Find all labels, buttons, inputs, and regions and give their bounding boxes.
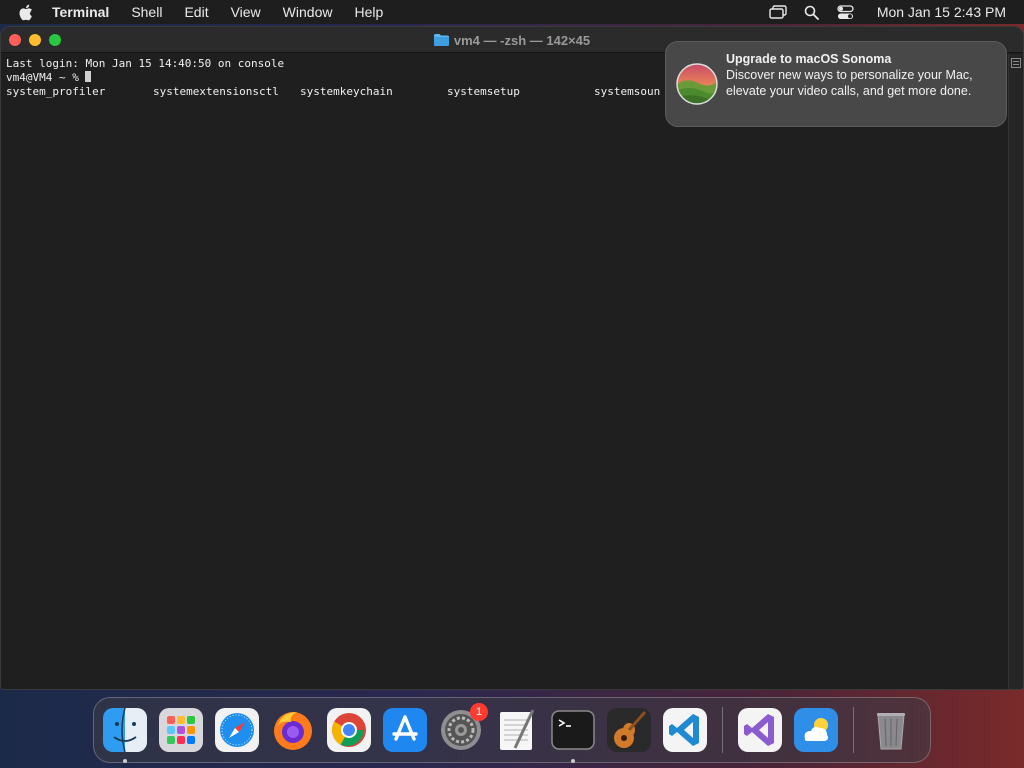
split-pane-icon[interactable]: [1011, 58, 1021, 68]
safari-icon: [215, 708, 259, 752]
menu-clock[interactable]: Mon Jan 15 2:43 PM: [877, 4, 1006, 20]
weather-icon: [794, 708, 838, 752]
dock-vscode[interactable]: [662, 707, 708, 753]
finder-icon: [103, 708, 147, 752]
menu-edit[interactable]: Edit: [173, 0, 219, 24]
notification-text: Upgrade to macOS Sonoma Discover new way…: [726, 52, 994, 99]
garageband-icon: [607, 708, 651, 752]
dock-separator: [722, 707, 723, 753]
menu-shell[interactable]: Shell: [120, 0, 173, 24]
dock-separator: [853, 707, 854, 753]
notification-banner[interactable]: Upgrade to macOS Sonoma Discover new way…: [665, 41, 1007, 127]
menu-bar: Terminal Shell Edit View Window Help Mon…: [0, 0, 1024, 24]
window-title: vm4 — -zsh — 142×45: [453, 32, 591, 48]
notification-body: Discover new ways to personalize your Ma…: [726, 68, 973, 98]
firefox-icon: [274, 712, 312, 750]
launchpad-icon: [159, 708, 203, 752]
dock-visual-studio[interactable]: [737, 707, 783, 753]
completion-item: systemextensionsctl: [153, 85, 279, 98]
completion-item: systemsetup: [447, 85, 520, 98]
completion-item: system_profiler: [6, 85, 106, 98]
notification-title: Upgrade to macOS Sonoma: [726, 52, 892, 66]
dock-garageband[interactable]: [606, 707, 652, 753]
visual-studio-icon: [738, 708, 782, 752]
notification-badge: 1: [470, 703, 488, 721]
macos-sonoma-icon: [676, 63, 718, 105]
dock-firefox[interactable]: [270, 707, 316, 753]
control-center-icon[interactable]: [837, 3, 855, 21]
dock-app-store[interactable]: [382, 707, 428, 753]
search-icon[interactable]: [803, 3, 821, 21]
app-store-icon: [383, 708, 427, 752]
trash-icon: [877, 713, 905, 750]
folder-icon: [433, 34, 449, 46]
dock-weather[interactable]: [793, 707, 839, 753]
screen-mirroring-icon[interactable]: [769, 3, 787, 21]
dock-terminal[interactable]: [550, 707, 596, 763]
running-indicator: [571, 759, 575, 763]
dock: 1: [93, 697, 931, 763]
text-cursor: [85, 71, 92, 82]
dock-textedit[interactable]: [494, 707, 540, 753]
menu-window[interactable]: Window: [272, 0, 344, 24]
terminal-icon: [551, 710, 595, 750]
dock-system-settings[interactable]: 1: [438, 703, 488, 753]
textedit-icon: [500, 709, 535, 750]
running-indicator: [123, 759, 127, 763]
dock-trash[interactable]: [868, 707, 914, 753]
terminal-output[interactable]: Last login: Mon Jan 15 14:40:50 on conso…: [1, 54, 1023, 689]
menu-view[interactable]: View: [220, 0, 272, 24]
dock-finder[interactable]: [102, 707, 148, 763]
apple-menu-icon[interactable]: [18, 2, 38, 22]
dock-launchpad[interactable]: [158, 707, 204, 753]
menu-help[interactable]: Help: [343, 0, 394, 24]
completion-item: systemkeychain: [300, 85, 393, 98]
menu-app-terminal[interactable]: Terminal: [50, 0, 120, 24]
shell-prompt: vm4@VM4 ~ %: [6, 71, 86, 84]
dock-chrome[interactable]: [326, 707, 372, 753]
chrome-icon: [327, 708, 371, 752]
terminal-scrollbar[interactable]: [1008, 54, 1023, 689]
dock-safari[interactable]: [214, 707, 260, 753]
vscode-icon: [663, 708, 707, 752]
